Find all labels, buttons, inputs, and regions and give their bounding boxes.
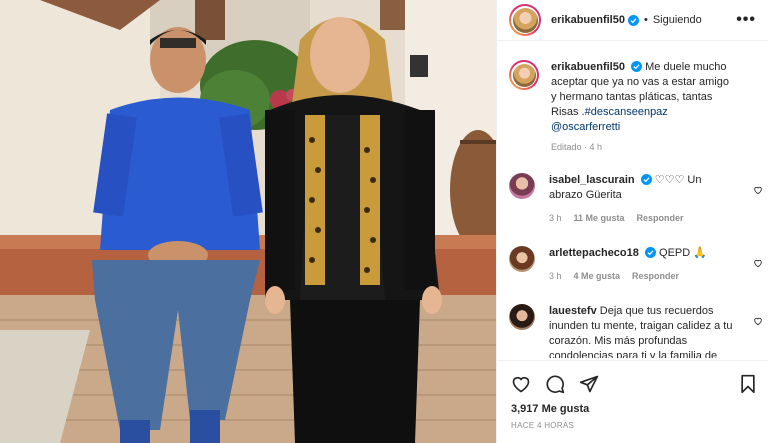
following-button[interactable]: Siguiendo bbox=[653, 14, 702, 26]
comments-list[interactable]: erikabuenfil50 Me duele mucho aceptar qu… bbox=[497, 48, 768, 358]
more-options-icon[interactable]: ••• bbox=[736, 12, 756, 28]
caption-time[interactable]: 4 h bbox=[590, 142, 603, 152]
comment-row: arlettepacheco18 QEPD 🙏 3 h 4 Me gusta R… bbox=[497, 246, 768, 284]
caption-edited-label: Editado bbox=[551, 142, 582, 152]
author-username[interactable]: erikabuenfil50 bbox=[551, 14, 625, 26]
likes-number: 3,917 bbox=[511, 403, 539, 415]
comment-time[interactable]: 3 h bbox=[549, 211, 562, 226]
commenter-username[interactable]: isabel_lascurain bbox=[549, 174, 635, 186]
action-icons-row bbox=[497, 361, 768, 397]
likes-label: Me gusta bbox=[541, 403, 590, 415]
comment-meta: 3 h 4 Me gusta Responder bbox=[549, 269, 737, 284]
verified-badge-icon bbox=[627, 14, 639, 26]
caption-username[interactable]: erikabuenfil50 bbox=[551, 61, 625, 73]
verified-badge-icon bbox=[631, 61, 643, 72]
share-icon[interactable] bbox=[579, 374, 599, 394]
commenter-avatar[interactable] bbox=[509, 173, 535, 199]
comment-heart-icon[interactable] bbox=[753, 185, 763, 195]
comment-heart-icon[interactable] bbox=[753, 258, 763, 268]
commenter-username[interactable]: lauestefv bbox=[549, 305, 597, 317]
commenter-username[interactable]: arlettepacheco18 bbox=[549, 247, 639, 259]
comment-text: QEPD 🙏 bbox=[659, 247, 707, 259]
post-actions: 3,917 Me gusta HACE 4 HORAS bbox=[497, 360, 768, 443]
post-photo[interactable] bbox=[0, 0, 496, 443]
post-header: erikabuenfil50 • Siguiendo ••• bbox=[497, 0, 768, 41]
heart-icon[interactable] bbox=[511, 374, 531, 394]
reply-button[interactable]: Responder bbox=[632, 271, 679, 281]
separator-dot: • bbox=[643, 14, 648, 26]
reply-button[interactable]: Responder bbox=[637, 213, 684, 223]
comment-time[interactable]: 3 h bbox=[549, 269, 562, 284]
comment-icon[interactable] bbox=[545, 374, 565, 394]
verified-badge-icon bbox=[640, 174, 652, 185]
post-side-panel: erikabuenfil50 • Siguiendo ••• erikabuen… bbox=[496, 0, 768, 443]
caption-mention[interactable]: @oscarferretti bbox=[551, 121, 620, 133]
verified-badge-icon bbox=[644, 247, 656, 258]
caption-avatar[interactable] bbox=[509, 60, 539, 90]
comment-row: isabel_lascurain ♡♡♡ Un abrazo Güerita 3… bbox=[497, 173, 768, 226]
commenter-avatar[interactable] bbox=[509, 304, 535, 330]
author-avatar[interactable] bbox=[509, 4, 541, 36]
caption-row: erikabuenfil50 Me duele mucho aceptar qu… bbox=[497, 60, 768, 155]
comment-row: lauestefv Deja que tus recuerdos inunden… bbox=[497, 304, 768, 358]
comment-heart-icon[interactable] bbox=[753, 316, 763, 326]
comment-likes[interactable]: 11 Me gusta bbox=[574, 213, 625, 223]
comment-meta: 3 h 11 Me gusta Responder bbox=[549, 211, 737, 226]
comment-likes[interactable]: 4 Me gusta bbox=[574, 271, 621, 281]
post-timestamp[interactable]: HACE 4 HORAS bbox=[497, 415, 768, 430]
bookmark-icon[interactable] bbox=[739, 374, 757, 394]
commenter-avatar[interactable] bbox=[509, 246, 535, 272]
photo-illustration bbox=[0, 0, 496, 443]
likes-count[interactable]: 3,917 Me gusta bbox=[497, 397, 768, 415]
caption-meta: Editado · 4 h bbox=[551, 142, 603, 152]
caption-hashtag[interactable]: #descanseenpaz bbox=[585, 106, 668, 118]
